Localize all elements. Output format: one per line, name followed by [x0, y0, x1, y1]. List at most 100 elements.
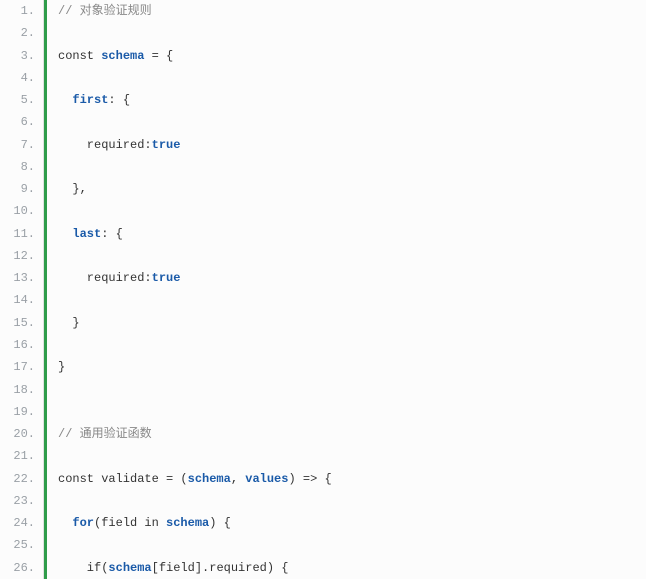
- code-line: 22.const validate = (schema, values) => …: [0, 468, 646, 490]
- line-number: 5.: [0, 89, 44, 111]
- line-number: 11.: [0, 223, 44, 245]
- code-content: }: [44, 356, 65, 378]
- code-line: 15. }: [0, 312, 646, 334]
- code-line: 6.: [0, 111, 646, 133]
- code-content: [44, 245, 65, 267]
- line-number: 4.: [0, 67, 44, 89]
- line-number: 14.: [0, 289, 44, 311]
- line-number: 25.: [0, 534, 44, 556]
- code-line: 8.: [0, 156, 646, 178]
- code-token: ) {: [209, 516, 231, 530]
- line-number: 1.: [0, 0, 44, 22]
- code-line: 23.: [0, 490, 646, 512]
- line-number: 13.: [0, 267, 44, 289]
- code-token: schema: [108, 561, 151, 575]
- code-content: if(schema[field].required) {: [44, 557, 288, 579]
- code-line: 1. // 对象验证规则: [0, 0, 646, 22]
- line-number: 17.: [0, 356, 44, 378]
- code-token: schema: [166, 516, 209, 530]
- code-token: // 通用验证函数: [58, 427, 152, 441]
- code-content: [44, 445, 65, 467]
- code-token: : {: [101, 227, 123, 241]
- code-token: [field].required) {: [152, 561, 289, 575]
- code-block: 1.// 对象验证规则2. 3.const schema = {4. 5. fi…: [0, 0, 646, 579]
- code-content: [44, 379, 65, 401]
- code-line: 12.: [0, 245, 646, 267]
- code-line: 3.const schema = {: [0, 45, 646, 67]
- code-content: [44, 334, 65, 356]
- line-number: 21.: [0, 445, 44, 467]
- code-content: const schema = {: [44, 45, 173, 67]
- code-token: if(: [58, 561, 108, 575]
- code-line: 17.}: [0, 356, 646, 378]
- code-line: 19.: [0, 401, 646, 423]
- code-token: [58, 227, 72, 241]
- code-content: [44, 490, 65, 512]
- code-line: 21.: [0, 445, 646, 467]
- code-token: }: [58, 360, 65, 374]
- code-token: [58, 93, 72, 107]
- code-token: },: [58, 182, 87, 196]
- code-line: 26. if(schema[field].required) {: [0, 557, 646, 579]
- code-content: }: [44, 312, 80, 334]
- code-content: first: {: [44, 89, 130, 111]
- code-content: // 对象验证规则: [44, 0, 152, 22]
- line-number: 2.: [0, 22, 44, 44]
- code-content: last: {: [44, 223, 123, 245]
- code-line: 5. first: {: [0, 89, 646, 111]
- code-token: schema: [101, 49, 144, 63]
- code-line: 9. },: [0, 178, 646, 200]
- code-content: [44, 67, 65, 89]
- code-token: schema: [188, 472, 231, 486]
- code-line: 4.: [0, 67, 646, 89]
- code-token: const validate = (: [58, 472, 188, 486]
- line-number: 6.: [0, 111, 44, 133]
- code-token: first: [72, 93, 108, 107]
- code-token: // 对象验证规则: [58, 4, 152, 18]
- code-token: const: [58, 49, 101, 63]
- code-token: for: [72, 516, 94, 530]
- code-content: [44, 289, 65, 311]
- code-content: required:true: [44, 134, 180, 156]
- line-number: 26.: [0, 557, 44, 579]
- line-number: 12.: [0, 245, 44, 267]
- code-line: 16.: [0, 334, 646, 356]
- code-content: [44, 22, 65, 44]
- code-content: [44, 111, 65, 133]
- code-line: 20. // 通用验证函数: [0, 423, 646, 445]
- code-token: values: [245, 472, 288, 486]
- line-number: 16.: [0, 334, 44, 356]
- code-token: (field in: [94, 516, 166, 530]
- line-number: 23.: [0, 490, 44, 512]
- line-number: 15.: [0, 312, 44, 334]
- code-token: required:: [58, 138, 152, 152]
- code-line: 2.: [0, 22, 646, 44]
- line-number: 20.: [0, 423, 44, 445]
- code-token: true: [152, 138, 181, 152]
- code-line: 24. for(field in schema) {: [0, 512, 646, 534]
- code-token: ) => {: [288, 472, 331, 486]
- code-token: last: [72, 227, 101, 241]
- code-token: : {: [108, 93, 130, 107]
- line-number: 8.: [0, 156, 44, 178]
- code-content: [44, 534, 65, 556]
- line-number: 7.: [0, 134, 44, 156]
- code-line: 14.: [0, 289, 646, 311]
- code-line: 25.: [0, 534, 646, 556]
- line-number: 3.: [0, 45, 44, 67]
- code-content: [44, 156, 65, 178]
- code-content: const validate = (schema, values) => {: [44, 468, 332, 490]
- code-token: required:: [58, 271, 152, 285]
- code-line: 7. required:true: [0, 134, 646, 156]
- line-number: 9.: [0, 178, 44, 200]
- code-token: ,: [231, 472, 245, 486]
- code-line: 13. required:true: [0, 267, 646, 289]
- code-token: [58, 516, 72, 530]
- code-content: [44, 401, 65, 423]
- code-token: }: [58, 316, 80, 330]
- code-content: for(field in schema) {: [44, 512, 231, 534]
- code-token: = {: [144, 49, 173, 63]
- code-content: [44, 200, 65, 222]
- line-number: 22.: [0, 468, 44, 490]
- code-line: 10.: [0, 200, 646, 222]
